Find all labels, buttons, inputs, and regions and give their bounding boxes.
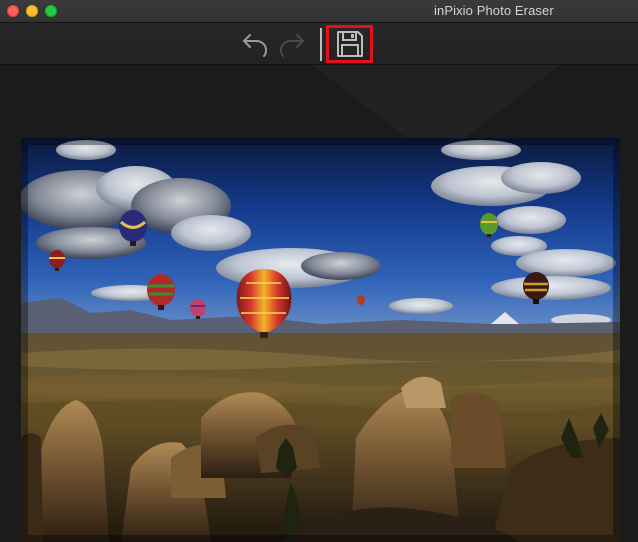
app-window: inPixio Photo Eraser — [0, 0, 638, 542]
close-window-button[interactable] — [7, 5, 19, 17]
image-workspace — [0, 65, 638, 542]
toolbar — [0, 22, 638, 65]
undo-arrow-icon — [243, 34, 268, 57]
toolbar-separator — [320, 28, 322, 61]
title-bar: inPixio Photo Eraser — [0, 0, 638, 22]
window-title: inPixio Photo Eraser — [434, 3, 554, 18]
undo-button[interactable] — [240, 29, 270, 59]
balloon-landscape-image — [21, 138, 620, 542]
save-button[interactable] — [326, 25, 373, 63]
background-chevron-shape — [312, 65, 560, 145]
zoom-window-button[interactable] — [45, 5, 57, 17]
minimize-window-button[interactable] — [26, 5, 38, 17]
redo-arrow-icon — [279, 34, 304, 57]
floppy-disk-icon — [336, 31, 363, 57]
redo-button[interactable] — [277, 29, 307, 59]
photo-canvas[interactable] — [21, 138, 620, 542]
